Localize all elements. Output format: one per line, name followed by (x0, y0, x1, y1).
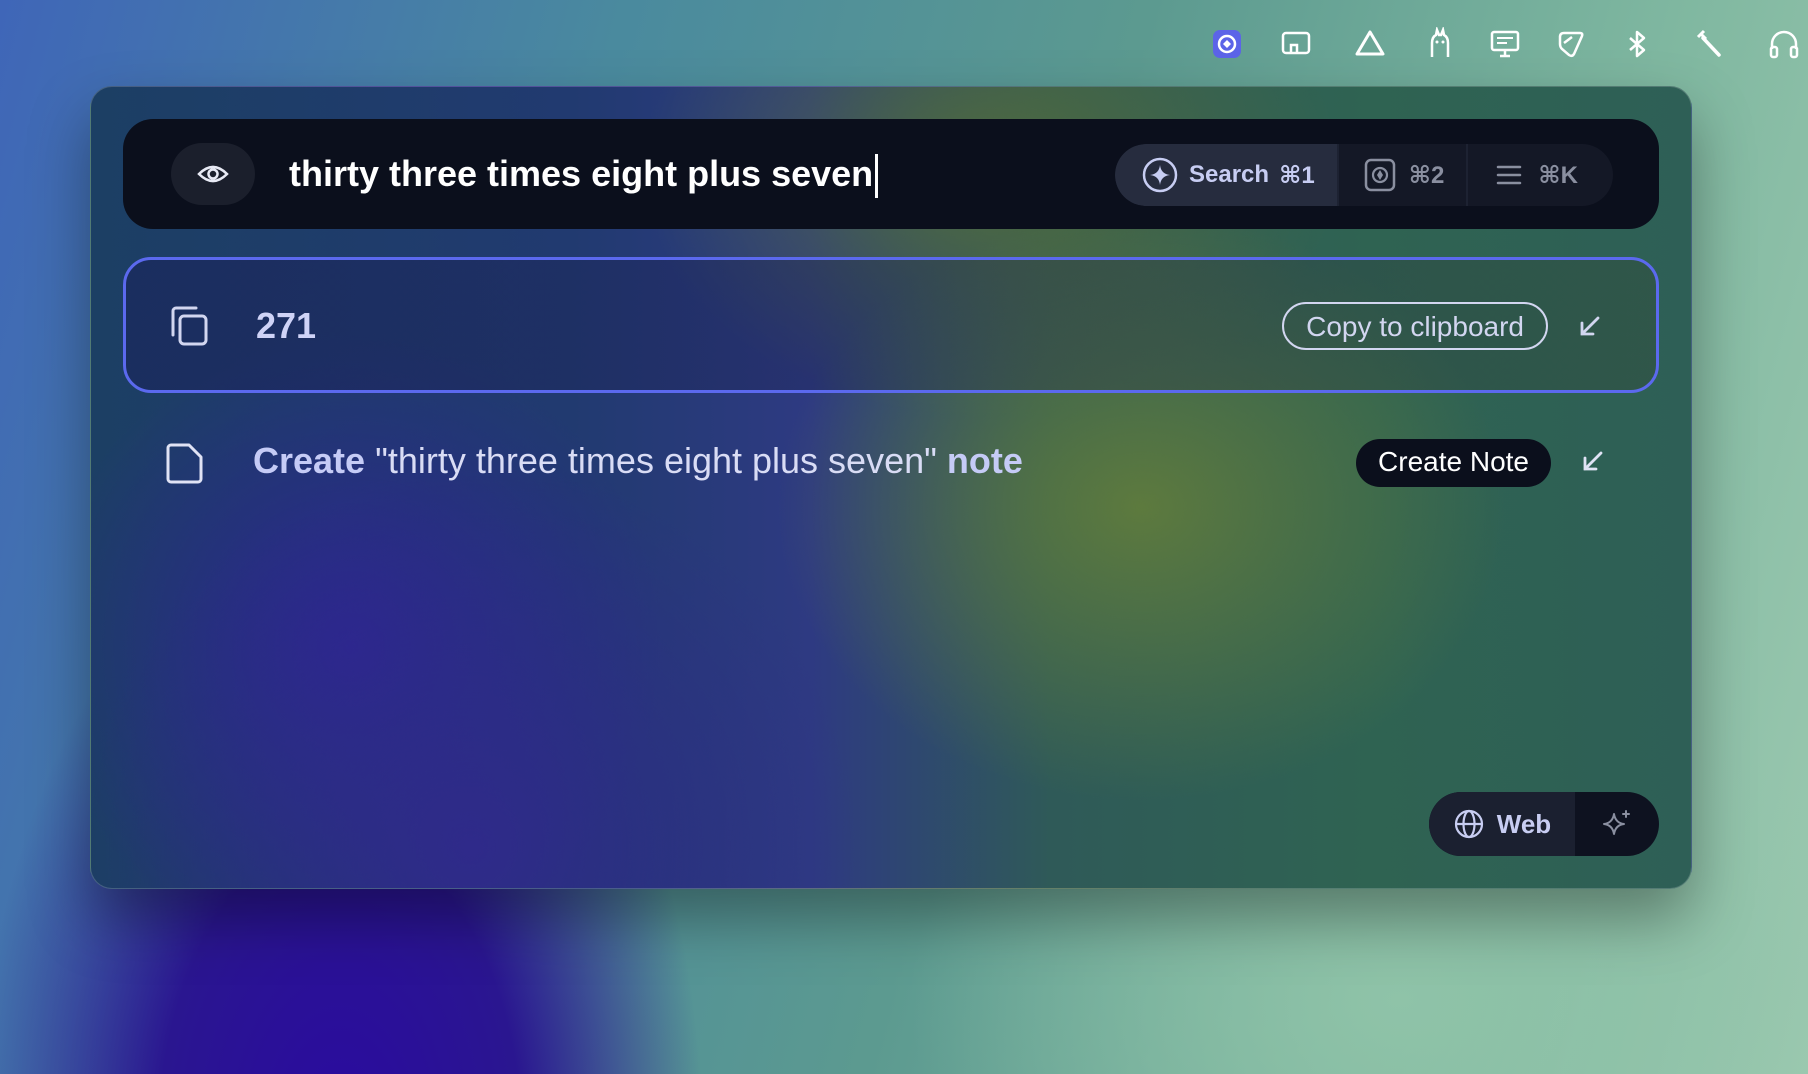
ai-document-icon (1364, 158, 1395, 192)
search-input[interactable]: thirty three times eight plus seven (289, 149, 879, 199)
eye-icon (197, 165, 229, 183)
headphones-icon[interactable] (1764, 24, 1804, 64)
create-prefix: Create (253, 440, 366, 481)
note-title: "thirty three times eight plus seven" (375, 440, 937, 481)
search-query-text: thirty three times eight plus seven (289, 153, 874, 194)
note-icon (161, 439, 209, 487)
screen-mirror-icon[interactable] (1276, 24, 1316, 64)
copy-icon (164, 302, 212, 350)
enter-arrow-icon (1574, 312, 1604, 342)
preview-toggle-button[interactable] (171, 143, 255, 205)
chat-mode-shortcut: ⌘2 (1408, 161, 1445, 189)
tools-icon[interactable] (1688, 24, 1728, 64)
utility-icon[interactable] (1551, 24, 1591, 64)
menu-icon (1497, 165, 1522, 185)
actions-menu-shortcut: ⌘K (1538, 161, 1578, 189)
result-create-note[interactable]: Create "thirty three times eight plus se… (123, 395, 1659, 531)
web-button[interactable]: Web (1429, 792, 1575, 856)
drive-icon[interactable] (1350, 24, 1390, 64)
enter-arrow-icon (1577, 447, 1607, 477)
result-calculation[interactable]: 271 Copy to clipboard (123, 257, 1659, 393)
bluetooth-icon[interactable] (1617, 24, 1657, 64)
text-cursor (875, 154, 879, 199)
search-mode-shortcut: ⌘1 (1279, 161, 1315, 189)
launcher-window: thirty three times eight plus seven Sear… (90, 86, 1692, 889)
actions-menu-button[interactable]: ⌘K (1466, 144, 1600, 206)
search-bar: thirty three times eight plus seven Sear… (123, 119, 1659, 229)
display-icon[interactable] (1485, 24, 1525, 64)
note-suffix: note (946, 440, 1023, 481)
sparkles-icon (1603, 810, 1630, 835)
web-label: Web (1496, 808, 1552, 839)
copy-to-clipboard-button[interactable]: Copy to clipboard (1282, 302, 1548, 350)
ai-button[interactable] (1575, 792, 1659, 856)
search-mode-label: Search (1189, 161, 1270, 188)
chat-mode-button[interactable]: ⌘2 (1336, 144, 1467, 206)
calculation-result: 271 (256, 305, 317, 346)
create-note-text: Create "thirty three times eight plus se… (253, 435, 1023, 487)
llama-icon[interactable] (1420, 24, 1460, 64)
menu-bar (0, 0, 1808, 86)
sparkle-circle-icon (1142, 157, 1178, 193)
create-note-button[interactable]: Create Note (1356, 439, 1551, 487)
mode-switcher: Search ⌘1 ⌘2 ⌘K (1115, 144, 1613, 206)
app-launcher-icon[interactable] (1207, 24, 1247, 64)
source-switcher: Web (1429, 792, 1659, 856)
globe-icon (1454, 809, 1483, 839)
search-mode-button[interactable]: Search ⌘1 (1115, 144, 1337, 206)
